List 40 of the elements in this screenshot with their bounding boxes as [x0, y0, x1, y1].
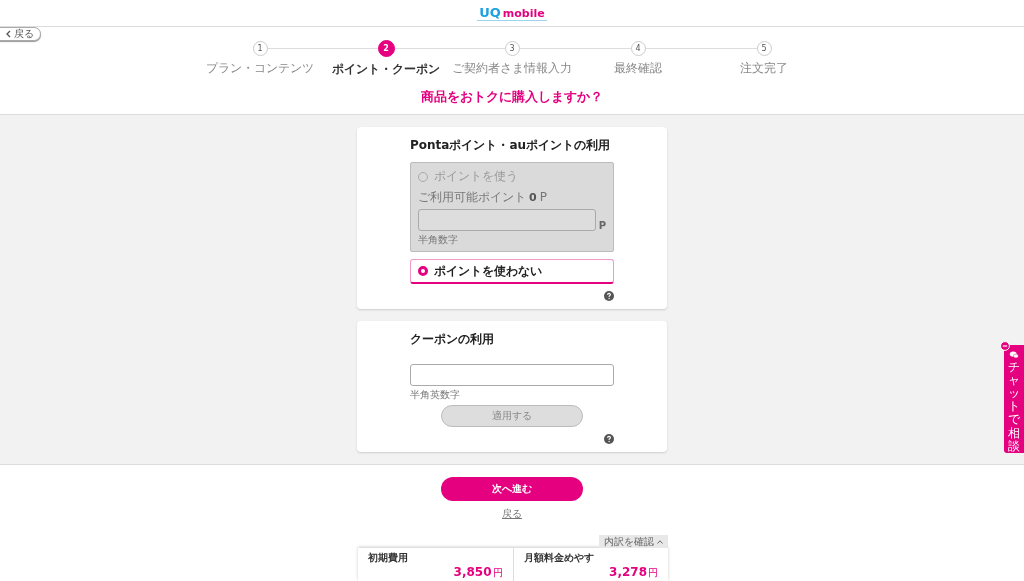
available-points-label: ご利用可能ポイント [418, 189, 526, 206]
chat-label: チャットで相談 [1008, 360, 1020, 453]
minimize-icon[interactable] [1000, 341, 1010, 351]
fee-label: 初期費用 [368, 551, 409, 565]
card-title: Pontaポイント・auポイントの利用 [410, 137, 612, 154]
radio-button[interactable] [418, 266, 428, 276]
points-unit: P [539, 190, 547, 204]
step-label: ポイント・クーポン [332, 61, 440, 78]
breakdown-toggle[interactable]: 内訳を確認 [599, 535, 668, 548]
field-hint: 半角英数字 [410, 388, 461, 402]
chat-bubbles-icon [1008, 351, 1020, 359]
no-points-option[interactable]: ポイントを使わない [410, 259, 614, 284]
coupon-field[interactable] [410, 364, 614, 386]
currency-unit: 円 [648, 566, 658, 580]
step-label: プラン・コンテンツ [206, 60, 314, 77]
logo[interactable]: UQ mobile [477, 5, 547, 21]
step-number: 1 [252, 41, 268, 56]
step-number: 4 [630, 41, 646, 56]
option-label: ポイントを使わない [434, 262, 542, 280]
step-number: 2 [377, 40, 395, 57]
currency-unit: 円 [492, 566, 503, 580]
fee-amount: 3,278 [609, 565, 647, 579]
field-hint: 半角数字 [418, 233, 459, 247]
page-heading: 商品をおトクに購入しますか？ [420, 88, 604, 106]
points-unit: P [598, 220, 606, 231]
help-icon[interactable] [604, 291, 614, 301]
available-points-value: 0 [529, 191, 537, 204]
help-icon[interactable] [604, 434, 614, 444]
back-button[interactable]: 戻る [0, 27, 41, 41]
chevron-left-icon [5, 30, 11, 38]
step-label: 注文完了 [740, 60, 788, 77]
next-button[interactable]: 次へ進む [441, 477, 583, 501]
step-label: ご契約者さま情報入力 [452, 60, 572, 77]
back-link[interactable]: 戻る [502, 507, 522, 521]
fee-label: 月額料金めやす [523, 551, 595, 565]
step-number: 5 [756, 41, 772, 56]
card-title: クーポンの利用 [410, 331, 495, 348]
step-label: 最終確認 [614, 60, 662, 77]
fee-amount: 3,850 [453, 565, 492, 579]
step-number: 3 [504, 41, 520, 56]
